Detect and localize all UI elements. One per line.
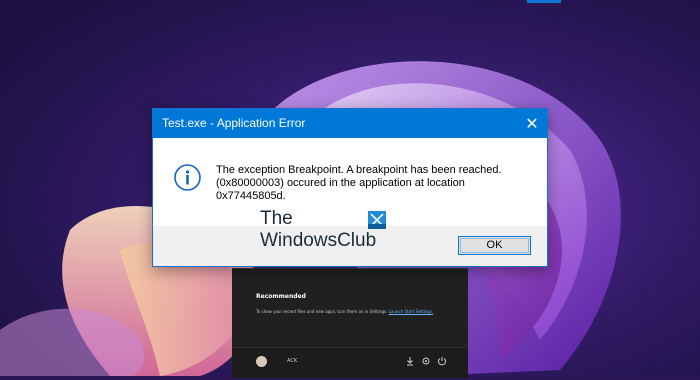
taskbar-accent-button[interactable] xyxy=(527,0,561,3)
close-button[interactable]: ✕ xyxy=(517,109,547,138)
windowsclub-logo-icon xyxy=(368,211,386,229)
recommended-title: Recommended xyxy=(256,293,306,300)
dialog-title: Test.exe - Application Error xyxy=(162,116,306,130)
thewindowsclub-watermark: The WindowsClub xyxy=(260,208,400,254)
close-icon: ✕ xyxy=(525,114,539,133)
start-menu-panel: Recommended To show your recent files an… xyxy=(232,268,468,378)
ok-button[interactable]: OK xyxy=(458,236,531,255)
user-name[interactable]: ACK xyxy=(287,358,297,364)
info-icon xyxy=(174,164,201,191)
launch-start-settings-link[interactable]: Launch Start Settings. xyxy=(389,309,433,314)
error-message-line-1: The exception Breakpoint. A breakpoint h… xyxy=(216,164,502,176)
watermark-line-2: WindowsClub xyxy=(260,230,377,251)
error-message-line-2: (0x80000003) occured in the application … xyxy=(216,177,465,189)
avatar[interactable] xyxy=(256,356,267,367)
dialog-title-bar[interactable]: Test.exe - Application Error ✕ xyxy=(153,109,547,138)
recommended-message: To show your recent files and new apps, … xyxy=(256,309,388,314)
start-menu-footer: ACK xyxy=(232,347,468,378)
download-icon[interactable] xyxy=(405,356,415,366)
watermark-line-1: The xyxy=(260,208,293,229)
error-message-line-3: 0x77445805d. xyxy=(216,190,286,202)
error-message: The exception Breakpoint. A breakpoint h… xyxy=(216,164,534,203)
settings-icon[interactable] xyxy=(421,356,431,366)
recommended-text: To show your recent files and new apps, … xyxy=(256,309,433,314)
power-icon[interactable] xyxy=(437,356,447,366)
